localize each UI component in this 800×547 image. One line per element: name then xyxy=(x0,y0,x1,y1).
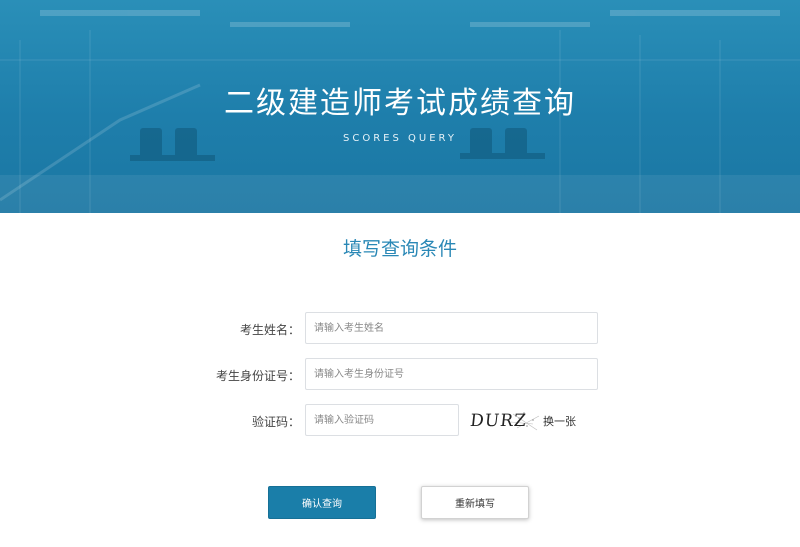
page-title: 二级建造师考试成绩查询 xyxy=(224,86,576,121)
captcha-input[interactable] xyxy=(306,405,458,435)
form-heading: 填写查询条件 xyxy=(342,238,457,260)
id-number-input[interactable] xyxy=(306,359,597,389)
name-label: 考生姓名： xyxy=(239,323,300,337)
captcha-text: DURZ xyxy=(469,411,528,431)
submit-query-button[interactable]: 确认查询 xyxy=(268,486,376,519)
captcha-label: 验证码： xyxy=(251,415,300,429)
page-subtitle: SCORES QUERY xyxy=(343,133,457,144)
name-input[interactable] xyxy=(306,313,597,343)
reset-form-label: 重新填写 xyxy=(455,499,495,510)
id-number-label: 考生身份证号： xyxy=(215,369,300,383)
refresh-captcha-link[interactable]: 换一张 xyxy=(543,413,576,429)
name-field-box xyxy=(305,312,598,344)
captcha-row: 验证码： DURZ 换一张 xyxy=(0,404,800,438)
id-number-row: 考生身份证号： xyxy=(0,358,800,392)
id-number-field-box xyxy=(305,358,598,390)
captcha-field-box xyxy=(305,404,459,436)
submit-query-label: 确认查询 xyxy=(302,499,342,510)
reset-form-button[interactable]: 重新填写 xyxy=(421,486,529,519)
header-banner: 二级建造师考试成绩查询 SCORES QUERY xyxy=(0,0,800,213)
name-row: 考生姓名： xyxy=(0,312,800,346)
captcha-image[interactable]: DURZ xyxy=(467,404,541,436)
